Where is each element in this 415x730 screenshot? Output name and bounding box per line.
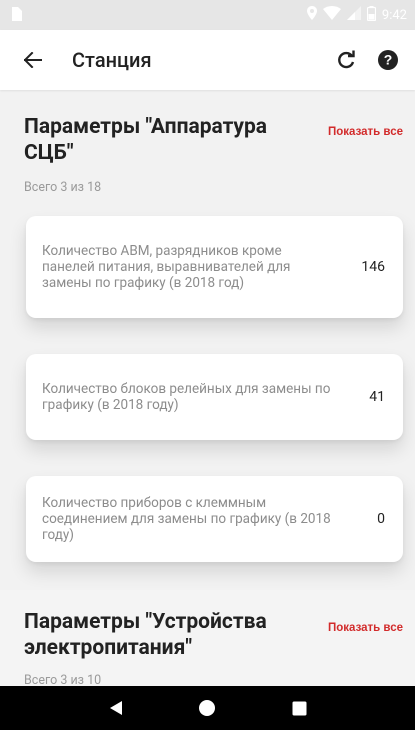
refresh-button[interactable] <box>325 30 367 90</box>
nav-home-button[interactable] <box>187 688 227 728</box>
status-time: 9:42 <box>381 7 407 23</box>
triangle-back-icon <box>109 701 122 715</box>
wifi-icon <box>322 6 341 24</box>
section-count: Всего 3 из 18 <box>24 180 102 195</box>
refresh-icon <box>338 50 355 69</box>
content-scroll[interactable]: Параметры "Аппаратура СЦБ" Всего 3 из 18… <box>0 90 415 686</box>
circle-home-icon <box>199 700 216 716</box>
battery-icon <box>366 5 377 25</box>
arrow-left-icon <box>24 52 42 68</box>
parameter-card[interactable]: Количество приборов с клеммным соединени… <box>26 476 403 562</box>
parameter-value: 0 <box>377 511 385 527</box>
section-power-header: Параметры "Устройства электропитания" Вс… <box>24 609 314 686</box>
app-toolbar: Станция ? <box>0 30 415 90</box>
parameter-card[interactable]: Количество АВМ, разрядников кроме панеле… <box>26 216 403 318</box>
status-bar: 9:42 <box>0 0 415 30</box>
show-all-button[interactable]: Показать все <box>328 622 403 634</box>
nav-back-button[interactable] <box>96 688 136 728</box>
section-apparatus-header: Параметры "Аппаратура СЦБ" Всего 3 из 18 <box>0 90 415 195</box>
parameter-label: Количество АВМ, разрядников кроме панеле… <box>42 243 291 291</box>
help-button[interactable]: ? <box>367 30 409 90</box>
parameter-value: 41 <box>369 389 385 405</box>
parameter-card[interactable]: Количество блоков релейных для замены по… <box>26 354 403 440</box>
sim-card-icon <box>10 6 22 25</box>
parameter-label: Количество приборов с клеммным соединени… <box>42 495 331 543</box>
system-nav-bar <box>0 686 415 730</box>
page-title: Станция <box>72 48 152 72</box>
section-title: Параметры "Аппаратура СЦБ" <box>24 115 268 165</box>
location-icon <box>306 6 317 24</box>
back-button[interactable] <box>8 30 58 90</box>
help-icon: ? <box>378 50 398 70</box>
status-indicators: 9:42 <box>306 5 407 25</box>
show-all-button[interactable]: Показать все <box>328 126 403 138</box>
svg-text:?: ? <box>384 52 393 68</box>
cellular-signal-icon <box>346 6 361 24</box>
parameter-value: 146 <box>361 259 385 275</box>
parameter-label: Количество блоков релейных для замены по… <box>42 381 331 413</box>
square-recents-icon <box>292 701 307 715</box>
section-title: Параметры "Устройства электропитания" <box>24 610 267 660</box>
nav-recents-button[interactable] <box>279 688 319 728</box>
section-count: Всего 3 из 10 <box>24 673 102 686</box>
